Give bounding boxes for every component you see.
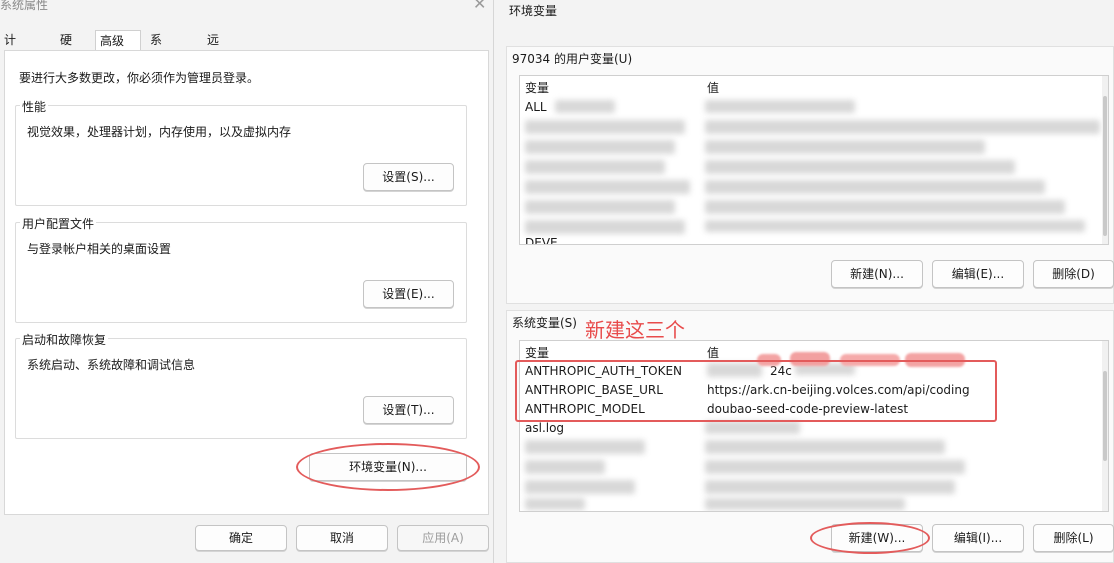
tab-hardware[interactable]: 硬件 (56, 30, 76, 67)
redacted-area (705, 140, 985, 154)
redacted-area (705, 480, 955, 494)
redacted-area (705, 160, 1015, 174)
redacted-area (705, 220, 1085, 232)
redacted-area (555, 100, 615, 113)
startup-settings-button[interactable]: 设置(T)... (363, 396, 454, 424)
user-edit-button[interactable]: 编辑(E)... (932, 260, 1024, 288)
group-title: 启动和故障恢复 (20, 331, 109, 348)
redacted-area (525, 440, 645, 454)
apply-button[interactable]: 应用(A) (397, 525, 489, 551)
highlight-ellipse (296, 443, 480, 491)
table-row[interactable]: DEVE (520, 234, 1108, 245)
redacted-area (525, 120, 685, 134)
redacted-area (525, 180, 690, 194)
redacted-area (525, 460, 605, 474)
ok-button[interactable]: 确定 (195, 525, 287, 551)
redacted-area (705, 120, 1100, 134)
redacted-area (705, 421, 800, 434)
dialog-footer: 确定 取消 应用(A) (0, 515, 493, 563)
system-variables-title: 系统变量(S) (512, 316, 577, 330)
user-variables-title: 97034 的用户变量(U) (512, 52, 633, 66)
system-edit-button[interactable]: 编辑(I)... (932, 524, 1024, 552)
group-desc: 系统启动、系统故障和调试信息 (27, 358, 196, 372)
window-title: 系统属性 (0, 0, 49, 12)
column-variable: 变量 (525, 81, 550, 95)
system-delete-button[interactable]: 删除(L) (1033, 524, 1114, 552)
annotation-text: 新建这三个 (585, 318, 685, 342)
column-value: 值 (707, 81, 720, 95)
highlight-box (515, 360, 997, 422)
env-window-title: 环境变量 (509, 4, 558, 18)
performance-group: 性能 视觉效果，处理器计划，内存使用，以及虚拟内存 设置(S)... (15, 98, 467, 206)
redacted-area (525, 480, 635, 494)
column-variable: 变量 (525, 346, 550, 360)
redacted-area (705, 200, 1065, 214)
redacted-area (525, 220, 685, 234)
tab-computer-name[interactable]: 计算机名 (0, 30, 20, 107)
redacted-area (525, 200, 675, 214)
user-variables-list[interactable]: 变量 值 ALL DEVE (519, 75, 1109, 245)
cancel-button[interactable]: 取消 (296, 525, 388, 551)
scrollbar[interactable] (1102, 341, 1108, 511)
variable-name: DEVE (525, 236, 558, 245)
redacted-area (705, 498, 905, 510)
group-desc: 与登录帐户相关的桌面设置 (27, 242, 172, 256)
redacted-area (525, 140, 675, 154)
tab-remote[interactable]: 远程 (203, 30, 223, 67)
variable-name: ALL (525, 100, 547, 114)
highlight-ellipse (810, 522, 930, 554)
admin-note: 要进行大多数更改，你必须作为管理员登录。 (19, 71, 260, 85)
close-icon[interactable]: ✕ (473, 0, 486, 13)
redacted-area (705, 100, 855, 113)
redacted-area (705, 440, 945, 454)
redacted-area (525, 160, 665, 174)
tab-system-protection[interactable]: 系统保护 (146, 30, 166, 107)
redacted-area (705, 460, 965, 474)
group-title: 用户配置文件 (20, 215, 97, 232)
user-profile-group: 用户配置文件 与登录帐户相关的桌面设置 设置(E)... (15, 215, 467, 323)
redacted-area (525, 498, 585, 510)
group-desc: 视觉效果，处理器计划，内存使用，以及虚拟内存 (27, 125, 292, 139)
user-new-button[interactable]: 新建(N)... (831, 260, 923, 288)
user-delete-button[interactable]: 删除(D) (1033, 260, 1114, 288)
group-title: 性能 (20, 98, 49, 115)
scrollbar[interactable] (1102, 76, 1108, 244)
variable-name: asl.log (525, 421, 565, 435)
startup-recovery-group: 启动和故障恢复 系统启动、系统故障和调试信息 设置(T)... (15, 331, 467, 439)
list-header: 变量 值 (520, 76, 1108, 96)
tab-advanced[interactable]: 高级 (95, 30, 141, 51)
column-value: 值 (707, 346, 720, 360)
redacted-area (705, 180, 1045, 194)
profile-settings-button[interactable]: 设置(E)... (363, 280, 454, 308)
performance-settings-button[interactable]: 设置(S)... (363, 163, 454, 191)
